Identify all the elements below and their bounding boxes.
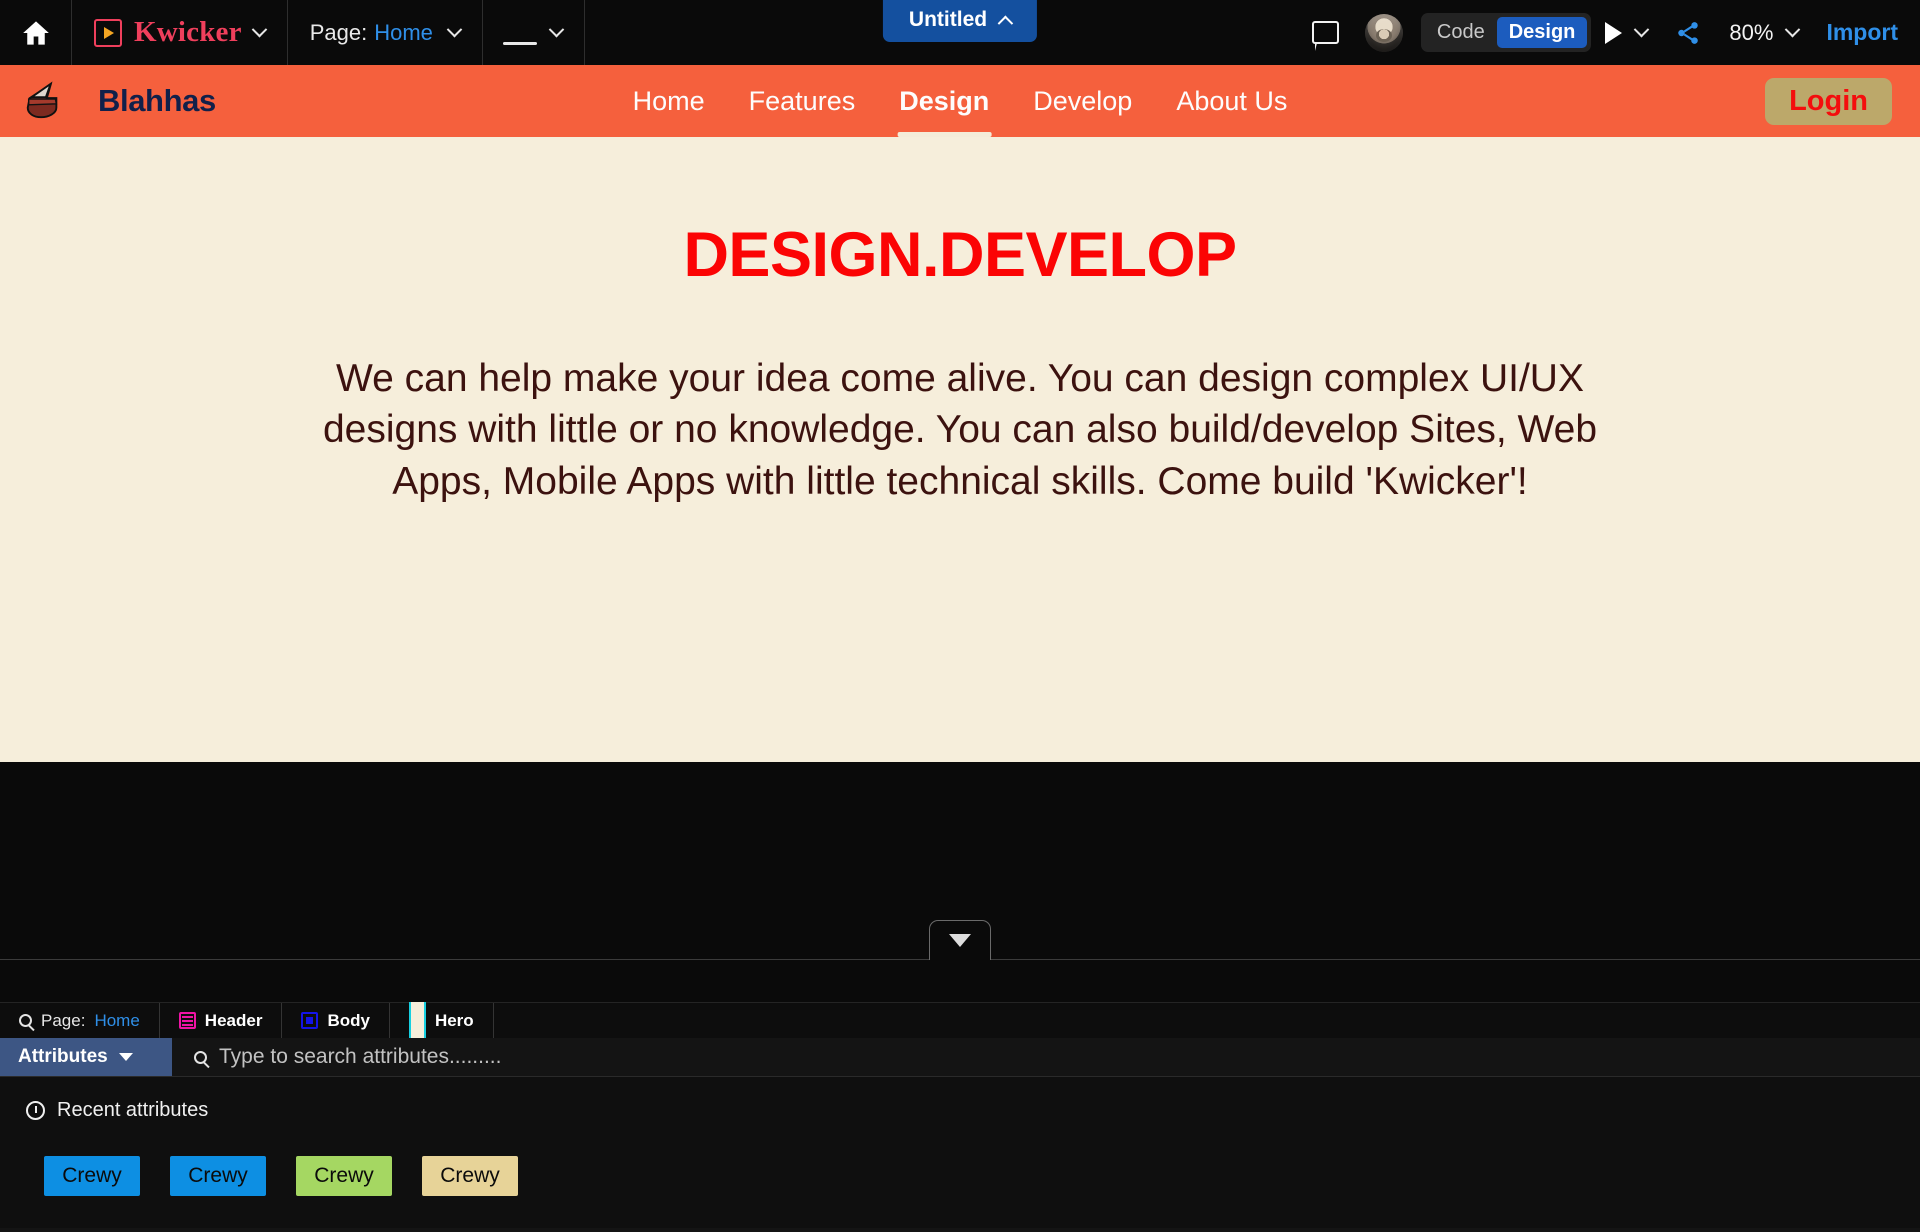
login-button[interactable]: Login bbox=[1765, 77, 1892, 125]
history-clock-icon bbox=[26, 1101, 45, 1120]
canvas-empty-area[interactable] bbox=[0, 762, 1920, 1002]
zoom-level: 80% bbox=[1729, 19, 1774, 45]
caret-down-icon bbox=[118, 1053, 133, 1061]
page-value: Home bbox=[374, 19, 433, 45]
chevron-down-icon[interactable] bbox=[251, 21, 267, 38]
breadcrumb-item-label: Hero bbox=[434, 1010, 474, 1030]
share-button[interactable] bbox=[1661, 0, 1715, 65]
mode-design-button[interactable]: Design bbox=[1496, 17, 1588, 48]
nav-item-home[interactable]: Home bbox=[633, 65, 705, 137]
import-button[interactable]: Import bbox=[1812, 19, 1898, 46]
breadcrumb-page-value: Home bbox=[94, 1010, 140, 1030]
chevron-up-icon[interactable] bbox=[997, 15, 1014, 31]
chevron-down-icon[interactable] bbox=[548, 21, 565, 38]
hero-body-text: We can help make your idea come alive. Y… bbox=[322, 357, 1598, 503]
recent-attributes-label: Recent attributes bbox=[57, 1099, 209, 1121]
recent-attributes-panel: Recent attributes Crewy Crewy Crewy Crew… bbox=[0, 1076, 1920, 1228]
avatar[interactable] bbox=[1364, 13, 1403, 52]
breadcrumb-page[interactable]: Page: Home bbox=[0, 1003, 160, 1038]
hero-section[interactable]: DESIGN.DEVELOP We can help make your ide… bbox=[0, 137, 1920, 762]
attribute-chip[interactable]: Crewy bbox=[44, 1156, 140, 1196]
panel-collapse-handle[interactable] bbox=[929, 920, 991, 960]
search-icon bbox=[194, 1050, 207, 1064]
search-input[interactable] bbox=[219, 1045, 1920, 1069]
breadcrumb-item-header[interactable]: Header bbox=[160, 1003, 283, 1038]
breadcrumb-page-label: Page: bbox=[41, 1010, 86, 1030]
zoom-control[interactable]: 80% bbox=[1715, 0, 1812, 65]
play-icon bbox=[1605, 21, 1623, 44]
attribute-chip[interactable]: Crewy bbox=[170, 1156, 266, 1196]
brand-name: Kwicker bbox=[134, 16, 242, 48]
editor-toolbar: Kwicker Page: Home Untitled Code Design bbox=[0, 0, 1920, 65]
preview-button[interactable] bbox=[1591, 0, 1636, 65]
nav-item-design[interactable]: Design bbox=[897, 65, 992, 137]
chevron-down-icon bbox=[1785, 21, 1801, 38]
page-label: Page: bbox=[309, 19, 368, 45]
attributes-tab[interactable]: Attributes bbox=[0, 1038, 172, 1076]
document-tab-label: Untitled bbox=[908, 8, 988, 31]
mode-code-button[interactable]: Code bbox=[1425, 17, 1497, 48]
boat-logo-icon bbox=[26, 81, 58, 119]
breadcrumb-item-body[interactable]: Body bbox=[282, 1003, 390, 1038]
brand-menu[interactable]: Kwicker bbox=[72, 0, 288, 65]
search-icon bbox=[19, 1014, 32, 1027]
laptop-icon bbox=[502, 22, 537, 45]
header-block-icon bbox=[178, 1012, 196, 1029]
attribute-chip[interactable]: Crewy bbox=[296, 1156, 392, 1196]
recent-attributes-header: Recent attributes bbox=[26, 1099, 1920, 1122]
nav-item-about-us[interactable]: About Us bbox=[1176, 65, 1287, 137]
preview-options[interactable] bbox=[1634, 0, 1661, 65]
attributes-bar: Attributes bbox=[0, 1038, 1920, 1076]
chevron-down-icon bbox=[949, 934, 971, 947]
nav-item-develop[interactable]: Develop bbox=[1033, 65, 1132, 137]
breadcrumb-item-label: Header bbox=[204, 1010, 263, 1030]
breadcrumb-item-hero[interactable]: Hero bbox=[390, 977, 494, 1064]
comments-button[interactable] bbox=[1298, 0, 1353, 65]
body-block-icon bbox=[301, 1012, 319, 1029]
document-tab[interactable]: Untitled bbox=[882, 0, 1038, 42]
share-icon bbox=[1678, 21, 1699, 44]
home-icon bbox=[22, 20, 49, 45]
site-name: Blahhas bbox=[98, 83, 216, 118]
kwicker-logo-icon bbox=[94, 18, 122, 47]
home-button[interactable] bbox=[0, 0, 72, 65]
chevron-down-icon bbox=[1634, 21, 1650, 38]
recent-attribute-chips: Crewy Crewy Crewy Crewy bbox=[26, 1156, 1920, 1196]
breadcrumb: Page: Home Header Body Hero bbox=[0, 977, 1920, 1064]
page-selector[interactable]: Page: Home bbox=[288, 0, 483, 65]
site-nav: Home Features Design Develop About Us bbox=[633, 65, 1287, 137]
chevron-down-icon[interactable] bbox=[446, 21, 463, 38]
device-selector[interactable] bbox=[483, 0, 585, 65]
breadcrumb-item-label: Body bbox=[327, 1010, 370, 1030]
panel-gap bbox=[0, 1228, 1920, 1232]
page-title: DESIGN.DEVELOP bbox=[683, 220, 1237, 290]
attributes-tab-label: Attributes bbox=[18, 1046, 108, 1067]
site-header[interactable]: Blahhas Home Features Design Develop Abo… bbox=[0, 65, 1920, 137]
chat-bubble-icon bbox=[1311, 21, 1339, 51]
mode-switch[interactable]: Code Design bbox=[1420, 13, 1592, 52]
nav-item-features[interactable]: Features bbox=[749, 65, 856, 137]
attribute-chip[interactable]: Crewy bbox=[422, 1156, 518, 1196]
attributes-search[interactable] bbox=[172, 1038, 1920, 1076]
